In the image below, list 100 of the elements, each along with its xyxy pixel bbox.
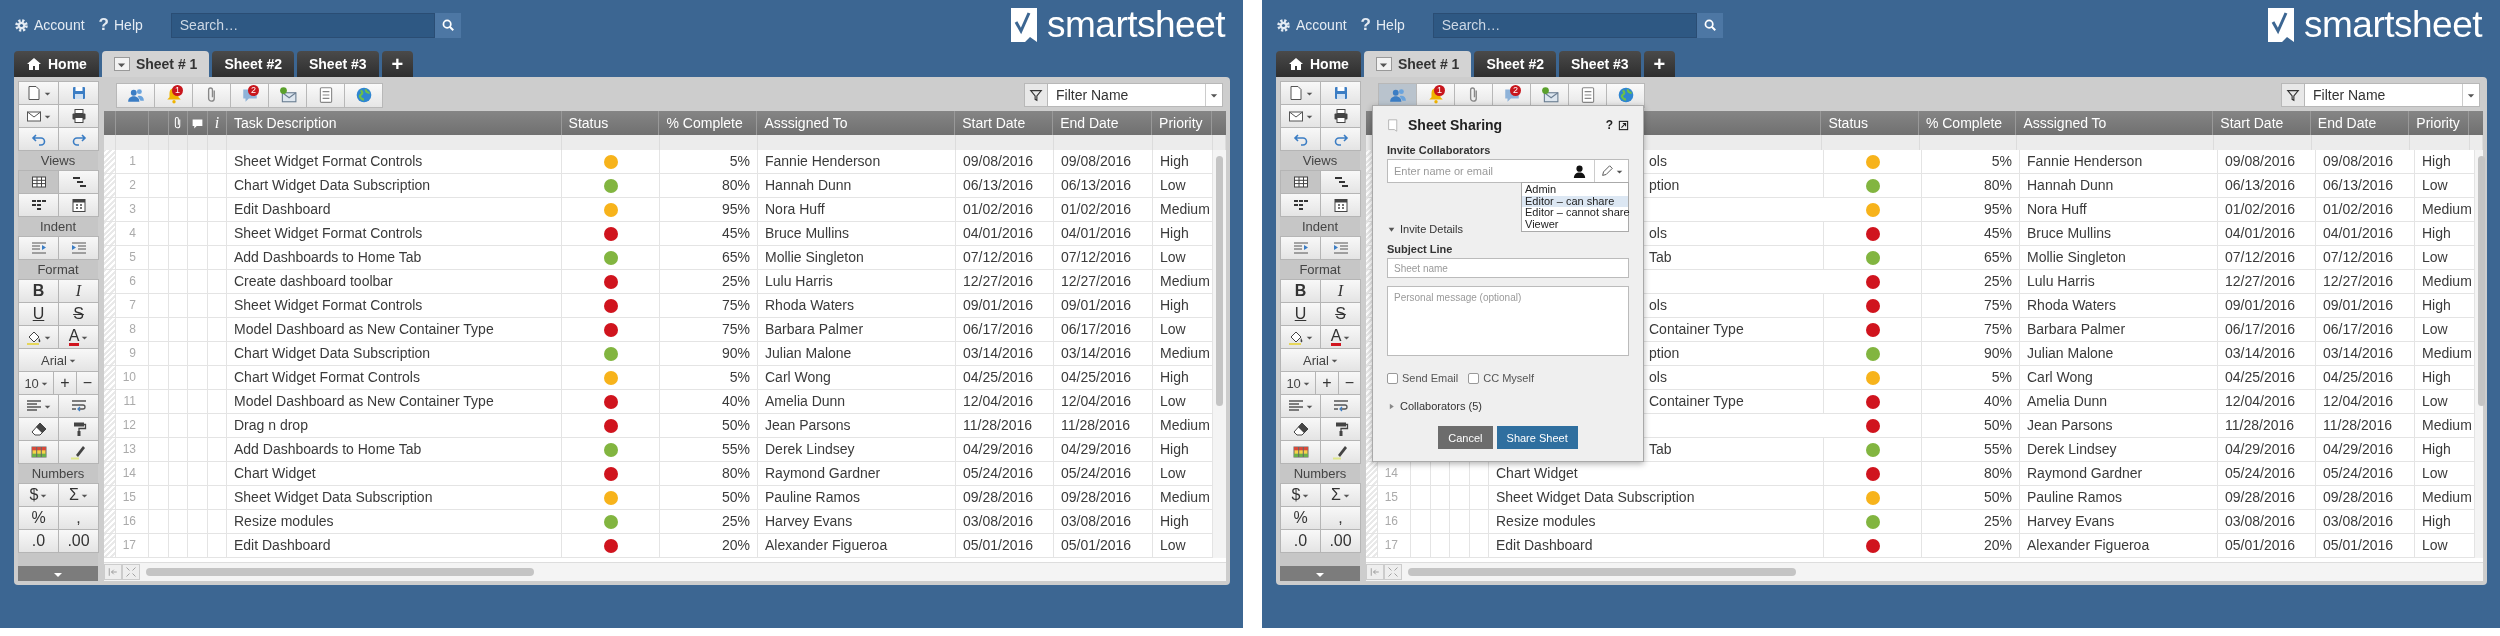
save-button[interactable] [58,81,99,105]
highlighter-button[interactable] [1320,440,1361,464]
printer-button[interactable] [58,104,99,128]
format-button[interactable]: $ [18,483,59,507]
search-field[interactable]: Search… [1432,12,1697,38]
help-link[interactable]: Help [114,17,143,33]
menu-item[interactable]: Admin [1522,184,1628,196]
format-button[interactable]: I [1320,279,1361,303]
subject-field[interactable]: Sheet name [1387,258,1629,278]
row-handle[interactable] [104,438,116,462]
column-header[interactable]: % Complete [666,115,743,131]
format-button[interactable]: B [1280,279,1321,303]
scrollbar-thumb[interactable] [146,568,534,576]
account-link[interactable]: Account [1296,17,1347,33]
format-button[interactable]: .0 [18,529,59,553]
calendar-button[interactable] [58,193,99,217]
format-button[interactable]: A [58,325,99,349]
scrollbar-thumb[interactable] [1408,568,1796,576]
tab[interactable]: Sheet # 1 [1363,51,1472,77]
help-link[interactable]: Help [1376,17,1405,33]
tab[interactable]: + [1643,51,1676,77]
card-view-button[interactable] [1280,193,1321,217]
format-button[interactable]: + [53,371,77,395]
column-header[interactable]: % Complete [1925,115,2003,131]
cancel-button[interactable]: Cancel [1438,426,1493,449]
paint-bucket-button[interactable] [1280,325,1321,349]
scrollbar-thumb[interactable] [2478,156,2485,406]
column-header[interactable]: Status [568,115,609,131]
row-handle[interactable] [1366,534,1378,558]
wrap-text-button[interactable] [1320,394,1361,418]
publish-button[interactable] [344,82,383,108]
format-button[interactable]: B [18,279,59,303]
row-handle[interactable] [104,342,116,366]
message-field[interactable]: Personal message (optional) [1387,286,1629,356]
format-button[interactable]: $ [1280,483,1321,507]
row-handle[interactable] [104,174,116,198]
row-handle[interactable] [104,318,116,342]
envelope-button[interactable] [1280,104,1321,128]
row-handle[interactable] [1366,510,1378,534]
scroll-first-button[interactable] [104,564,122,580]
format-button[interactable]: , [58,506,99,530]
column-header[interactable]: Priority [1159,115,1203,131]
color-grid-button[interactable] [1280,440,1321,464]
row-handle[interactable] [104,390,116,414]
search-button[interactable] [1696,12,1723,38]
search-field[interactable]: Search… [170,12,435,38]
grid-view-button[interactable] [1280,170,1321,194]
gantt-button[interactable] [1320,170,1361,194]
outdent-button[interactable] [18,236,59,260]
column-header[interactable]: Start Date [962,115,1026,131]
paint-bucket-button[interactable] [18,325,59,349]
tab[interactable]: Home [14,51,99,77]
paint-roller-button[interactable] [58,417,99,441]
paint-roller-button[interactable] [1320,417,1361,441]
dropdown[interactable]: Arial [18,348,99,372]
format-button[interactable]: Σ [58,483,99,507]
checkbox[interactable] [1468,372,1480,384]
format-button[interactable]: % [18,506,59,530]
row-handle[interactable] [104,150,116,174]
tab[interactable]: Sheet #3 [1559,51,1641,77]
dropdown[interactable]: 10 [18,371,55,395]
grid-view-button[interactable] [18,170,59,194]
row-handle[interactable] [1366,462,1378,486]
highlighter-button[interactable] [58,440,99,464]
color-grid-button[interactable] [18,440,59,464]
tab[interactable]: Sheet # 1 [101,51,210,77]
attachments-button[interactable] [192,82,231,108]
row-handle[interactable] [104,294,116,318]
invite-field[interactable]: Enter name or email [1387,159,1629,183]
column-header[interactable]: Status [1828,115,1869,131]
format-button[interactable]: U [18,302,59,326]
section-toggle[interactable]: Invite Details [1387,223,1463,235]
format-button[interactable]: + [1315,371,1339,395]
publish-button[interactable] [1606,82,1645,108]
wrap-text-button[interactable] [58,394,99,418]
column-header[interactable]: Asssigned To [2023,115,2107,131]
send-update-button[interactable] [268,82,307,108]
tab-menu-button[interactable] [1375,57,1392,71]
eraser-button[interactable] [18,417,59,441]
format-button[interactable]: S [1320,302,1361,326]
expand-button[interactable] [122,564,140,580]
filter-dropdown[interactable]: Filter Name [1048,83,1223,107]
tab[interactable]: Sheet #2 [1474,51,1556,77]
expand-button[interactable] [1384,564,1402,580]
calendar-button[interactable] [1320,193,1361,217]
format-button[interactable]: Σ [1320,483,1361,507]
format-button[interactable]: , [1320,506,1361,530]
dropdown[interactable]: 10 [1280,371,1317,395]
format-button[interactable]: % [1280,506,1321,530]
indent-button[interactable] [58,236,99,260]
column-header[interactable]: Task Description [233,115,337,131]
row-handle[interactable] [104,462,116,486]
printer-button[interactable] [1320,104,1361,128]
help-icon[interactable]: ? [1360,15,1371,35]
account-link[interactable]: Account [34,17,85,33]
align-left-button[interactable] [1280,394,1321,418]
menu-item[interactable]: Editor – can share [1522,195,1628,207]
filter-button[interactable] [1024,83,1048,107]
new-sheet-button[interactable] [18,81,59,105]
column-header[interactable]: End Date [2317,115,2377,131]
